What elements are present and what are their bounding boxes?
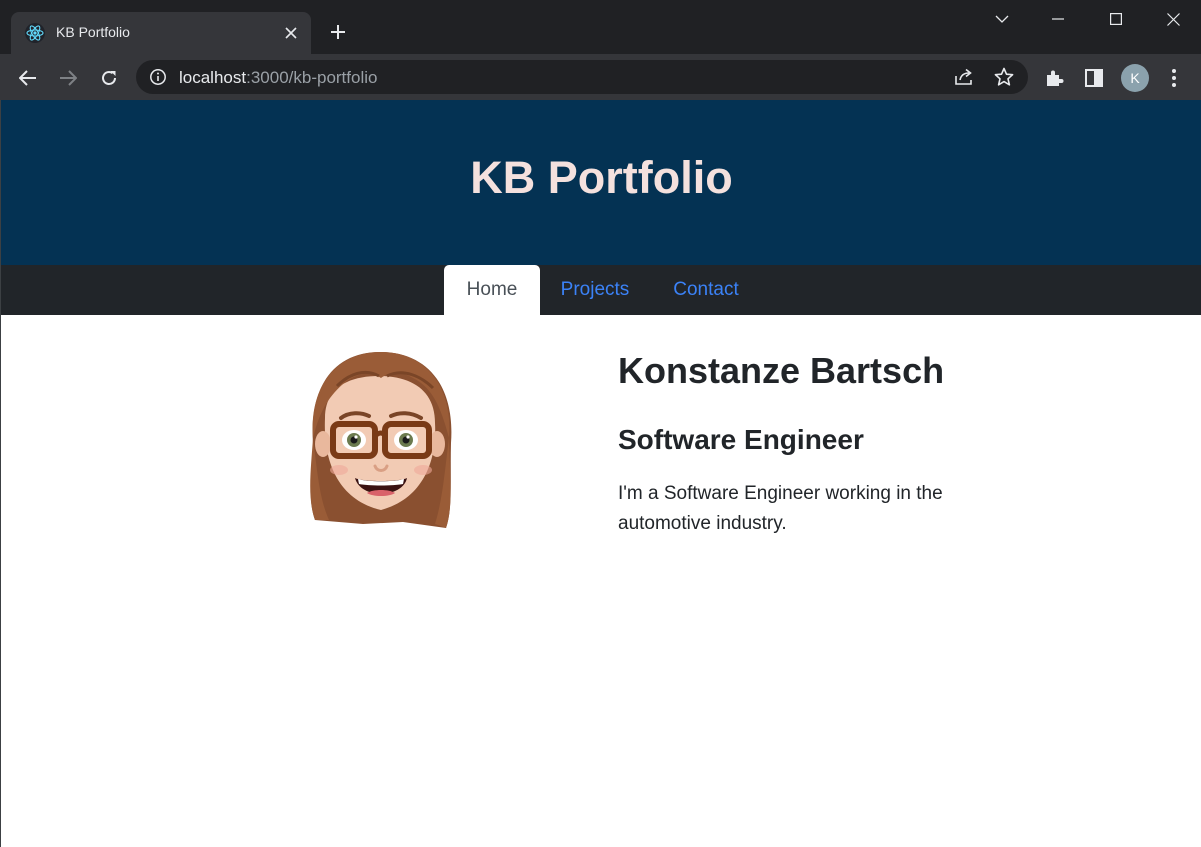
profile-avatar-image [303,348,457,530]
side-panel-icon[interactable] [1080,64,1108,92]
share-icon[interactable] [953,66,975,88]
back-arrow-icon[interactable] [14,64,42,92]
close-icon[interactable] [281,23,301,43]
maximize-icon[interactable] [1088,0,1144,38]
profile-name: Konstanze Bartsch [618,350,945,391]
site-header: KB Portfolio [1,100,1201,265]
minimize-icon[interactable] [1030,0,1086,38]
info-icon[interactable] [149,68,167,86]
close-window-icon[interactable] [1145,0,1201,38]
nav-projects[interactable]: Projects [545,265,645,315]
chevron-down-icon[interactable] [974,0,1030,38]
browser-chrome: KB Portfolio localhost:3000/kb-portfolio… [0,0,1201,100]
url-text: localhost:3000/kb-portfolio [179,68,377,88]
nav-contact[interactable]: Contact [654,265,758,315]
react-favicon-icon [25,23,45,43]
address-bar[interactable]: localhost:3000/kb-portfolio [136,60,1028,94]
profile-role: Software Engineer [618,424,864,455]
tab-title: KB Portfolio [56,24,130,40]
profile-avatar[interactable]: K [1121,64,1149,92]
nav-home[interactable]: Home [444,265,540,315]
plus-icon[interactable] [326,20,350,44]
site-nav: Home Projects Contact [1,265,1201,315]
page-viewport: KB Portfolio Home Projects Contact Konst… [0,100,1201,847]
url-host: localhost [179,68,247,87]
browser-toolbar: localhost:3000/kb-portfolio K [0,54,1201,100]
url-path: :3000/kb-portfolio [246,68,378,87]
tab-strip: KB Portfolio [0,0,1201,54]
more-icon[interactable] [1160,64,1188,92]
profile-bio: I'm a Software Engineer working in the a… [618,483,943,534]
site-title: KB Portfolio [470,152,733,203]
forward-arrow-icon[interactable] [54,64,82,92]
star-icon[interactable] [993,66,1015,88]
browser-tab[interactable]: KB Portfolio [11,12,311,54]
extensions-icon[interactable] [1040,64,1068,92]
reload-icon[interactable] [95,64,123,92]
